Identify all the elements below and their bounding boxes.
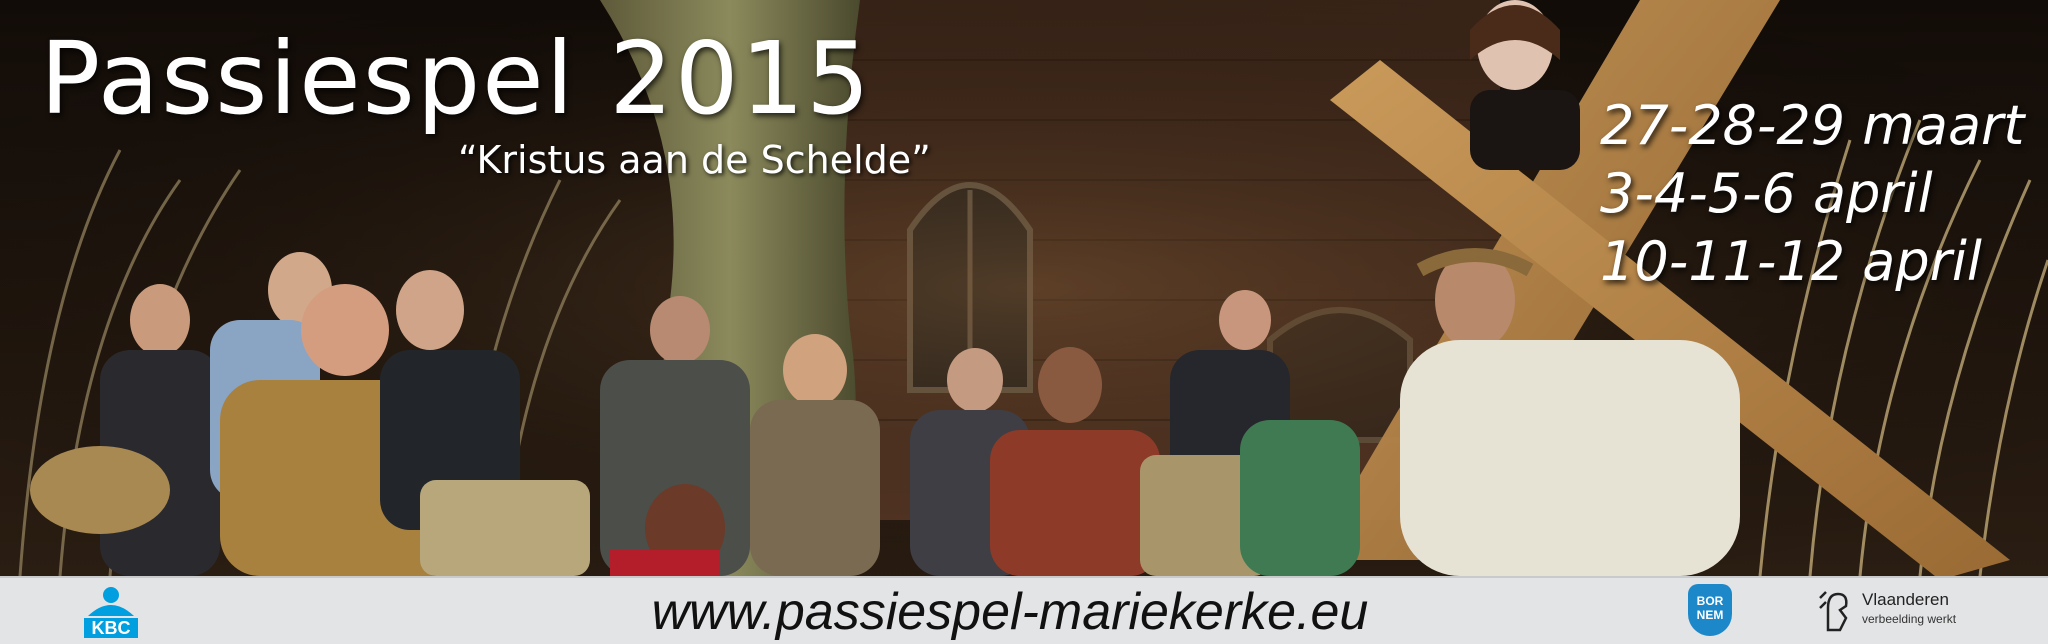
- kbc-logo: KBC: [84, 586, 138, 638]
- bornem-label-top: BOR: [1696, 594, 1724, 608]
- kbc-emblem-icon: [88, 587, 134, 616]
- flemish-lion-icon: [1819, 591, 1848, 632]
- bornem-label-bottom: NEM: [1696, 608, 1724, 622]
- vlaanderen-tagline: verbeelding werkt: [1862, 612, 1957, 626]
- bornem-logo: BOR NEM: [1688, 584, 1732, 636]
- date-line-april-1: 3-4-5-6 april: [1600, 162, 1933, 225]
- vlaanderen-name: Vlaanderen: [1862, 590, 1949, 609]
- event-title: Passiespel 2015: [40, 20, 872, 137]
- date-line-march: 27-28-29 maart: [1600, 94, 2025, 157]
- sponsor-footer: KBC www.passiespel-mariekerke.eu BOR NEM…: [0, 576, 2048, 644]
- vlaanderen-logo: Vlaanderen verbeelding werkt: [1818, 588, 1958, 638]
- kbc-label: KBC: [84, 618, 138, 638]
- passiespel-banner: Passiespel 2015 “Kristus aan de Schelde”…: [0, 0, 2048, 644]
- website-link[interactable]: www.passiespel-mariekerke.eu: [600, 578, 1420, 644]
- event-subtitle: “Kristus aan de Schelde”: [458, 138, 931, 182]
- date-line-april-2: 10-11-12 april: [1600, 230, 1982, 293]
- performance-dates: 27-28-29 maart 3-4-5-6 april 10-11-12 ap…: [1600, 92, 2024, 296]
